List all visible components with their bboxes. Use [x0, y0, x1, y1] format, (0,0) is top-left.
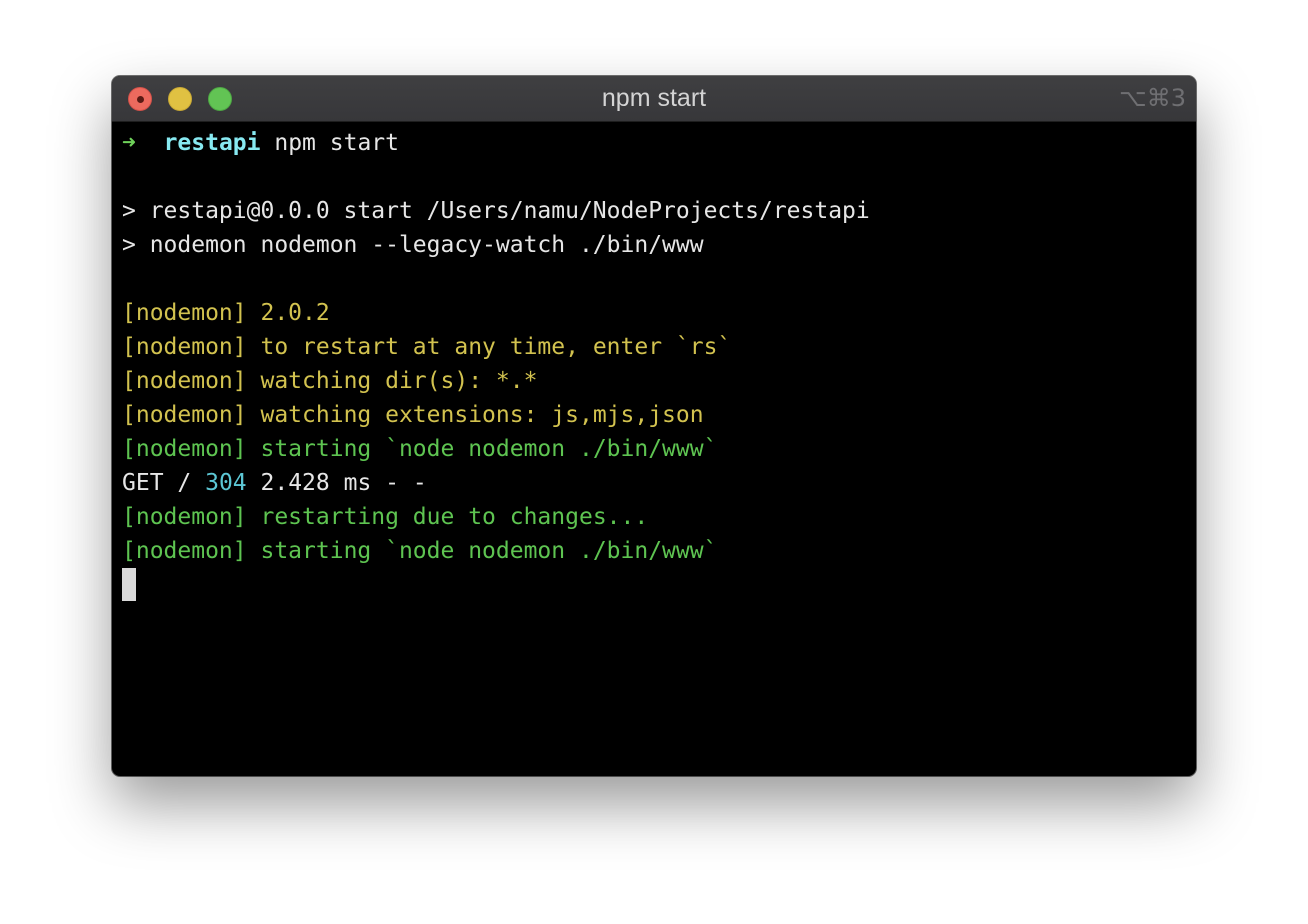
status-code: 304 [205, 470, 247, 496]
nodemon-message: watching dir(s): *.* [260, 368, 538, 394]
request-timing: 2.428 ms - - [260, 470, 427, 496]
nodemon-message: watching extensions: js,mjs,json [260, 402, 704, 428]
nodemon-tag: [nodemon] [122, 538, 247, 564]
title-bar: npm start ⌥⌘3 [112, 76, 1196, 122]
nodemon-log-line: [nodemon] to restart at any time, enter … [122, 330, 1186, 364]
window-title: npm start [601, 84, 707, 112]
request-log-line: GET / 304 2.428 ms - - [122, 466, 1186, 500]
terminal-window: npm start ⌥⌘3 ➜ restapi npm start > rest… [112, 76, 1196, 776]
npm-header-line: > restapi@0.0.0 start /Users/namu/NodePr… [122, 198, 870, 224]
nodemon-restart-line: [nodemon] restarting due to changes... [122, 500, 1186, 534]
nodemon-log-line: [nodemon] watching extensions: js,mjs,js… [122, 398, 1186, 432]
terminal-output[interactable]: ➜ restapi npm start > restapi@0.0.0 star… [122, 126, 1186, 602]
nodemon-tag: [nodemon] [122, 334, 247, 360]
nodemon-tag: [nodemon] [122, 504, 247, 530]
nodemon-tag: [nodemon] [122, 436, 247, 462]
nodemon-message: to restart at any time, enter `rs` [260, 334, 732, 360]
npm-header-line: > nodemon nodemon --legacy-watch ./bin/w… [122, 232, 704, 258]
prompt-line: ➜ restapi npm start [122, 126, 1186, 160]
request-method-path: GET / [122, 470, 192, 496]
tab-shortcut-label: ⌥⌘3 [1119, 84, 1186, 112]
text-cursor [122, 568, 136, 601]
prompt-directory: restapi [163, 130, 261, 156]
nodemon-message: 2.0.2 [260, 300, 330, 326]
nodemon-tag: [nodemon] [122, 402, 247, 428]
nodemon-start-line: [nodemon] starting `node nodemon ./bin/w… [122, 534, 1186, 568]
nodemon-message: starting `node nodemon ./bin/www` [260, 436, 718, 462]
nodemon-tag: [nodemon] [122, 368, 247, 394]
nodemon-log-line: [nodemon] 2.0.2 [122, 296, 1186, 330]
nodemon-message: restarting due to changes... [260, 504, 649, 530]
cursor-line [122, 568, 1186, 602]
nodemon-start-line: [nodemon] starting `node nodemon ./bin/w… [122, 432, 1186, 466]
prompt-command: npm start [274, 130, 399, 156]
nodemon-log-line: [nodemon] watching dir(s): *.* [122, 364, 1186, 398]
nodemon-tag: [nodemon] [122, 300, 247, 326]
nodemon-message: starting `node nodemon ./bin/www` [260, 538, 718, 564]
prompt-arrow-icon: ➜ [122, 130, 136, 156]
